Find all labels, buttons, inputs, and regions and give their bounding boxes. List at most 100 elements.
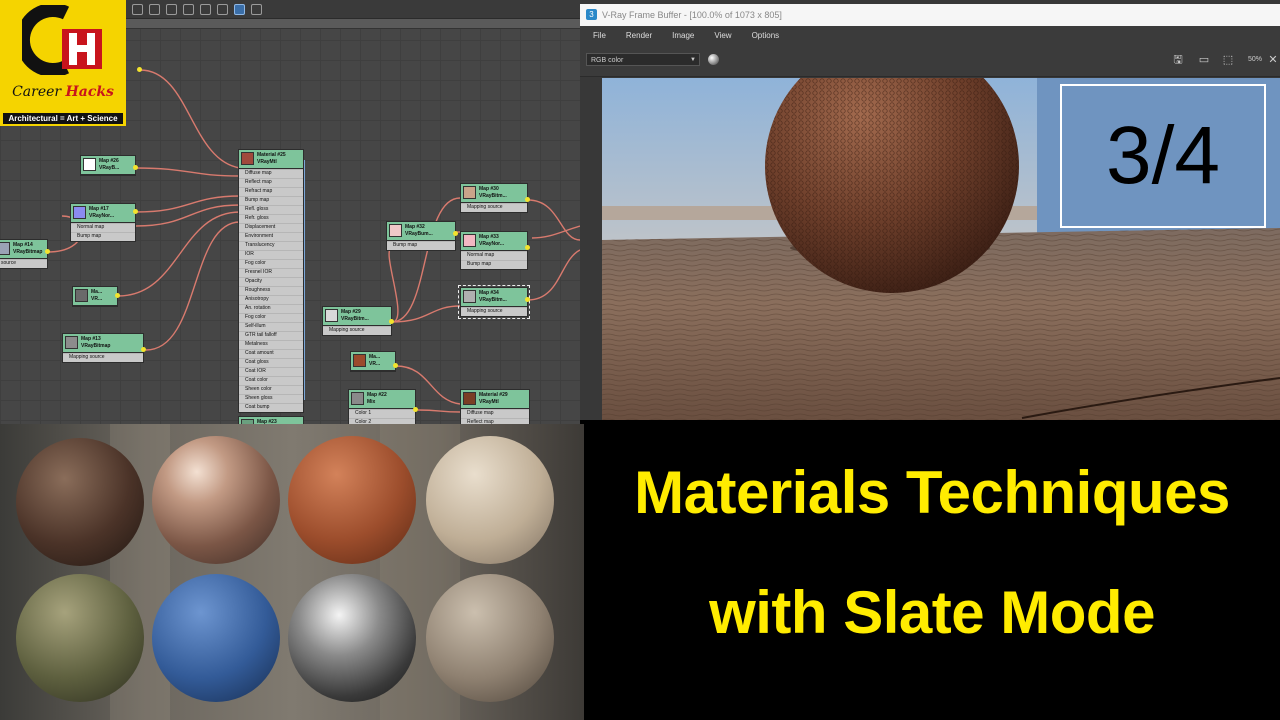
socket-dot[interactable] (413, 407, 418, 412)
node-input-slot[interactable]: Displacement (239, 223, 303, 232)
socket-dot[interactable] (453, 231, 458, 236)
node-input-slot[interactable]: Coat color (239, 376, 303, 385)
node-input-slot[interactable]: Fresnel IOR (239, 268, 303, 277)
node-input-slot[interactable]: Refract map (239, 187, 303, 196)
node-input-slot[interactable]: An. rotation (239, 304, 303, 313)
channel-select[interactable]: RGB color ▼ (586, 53, 700, 66)
node-input-slot[interactable]: Diffuse map (461, 409, 529, 418)
socket-dot[interactable] (393, 363, 398, 368)
node-input-slot[interactable]: Coat amount (239, 349, 303, 358)
node-map-22[interactable]: Map #22 Mix Color 1 Color 2 (348, 389, 416, 424)
node-map-14[interactable]: Map #14 VRayBitmap source (0, 239, 48, 269)
node-header[interactable]: Map #13 VRayBitmap (63, 334, 143, 353)
node-input-slot[interactable]: Normal map (461, 251, 527, 260)
node-input-slot[interactable]: Mapping source (323, 326, 391, 335)
node-input-slot[interactable]: Normal map (71, 223, 135, 232)
node-input-slot[interactable]: source (0, 259, 47, 268)
socket-dot[interactable] (45, 249, 50, 254)
node-input-slot[interactable]: Bump map (71, 232, 135, 241)
node-map-26[interactable]: Map #26 VRayB... (80, 155, 136, 176)
node-map-17[interactable]: Map #17 VRayNor... Normal map Bump map (70, 203, 136, 242)
node-input-slot[interactable]: Metalness (239, 340, 303, 349)
node-header[interactable]: Map #14 VRayBitmap (0, 240, 47, 259)
node-input-slot[interactable]: Reflect map (239, 178, 303, 187)
node-input-slot[interactable]: Refl. gloss (239, 205, 303, 214)
node-input-slot[interactable]: Sheen color (239, 385, 303, 394)
node-map-23[interactable]: Map #23 (238, 416, 304, 424)
socket-dot[interactable] (389, 319, 394, 324)
node-header[interactable]: Ma... VR... (351, 352, 395, 371)
copy-icon[interactable]: ▭ (1197, 53, 1211, 67)
node-input-slot[interactable]: Sheen gloss (239, 394, 303, 403)
region-select-icon[interactable]: ⬚ (1221, 53, 1235, 67)
node-input-slot[interactable]: Color 1 (349, 409, 415, 418)
node-header[interactable]: Map #29 VRayBitm... (323, 307, 391, 326)
node-input-slot[interactable]: Fog color (239, 313, 303, 322)
menu-render[interactable]: Render (613, 31, 659, 40)
node-input-slot[interactable]: Coat gloss (239, 358, 303, 367)
material-preview-swatch (463, 290, 476, 303)
node-input-slot[interactable]: Mapping source (461, 203, 527, 212)
node-input-slot[interactable]: Mapping source (461, 307, 527, 316)
node-input-slot[interactable]: Coat IOR (239, 367, 303, 376)
node-material-25[interactable]: Material #25 VRayMtl Diffuse map Reflect ma… (238, 149, 304, 413)
node-input-slot[interactable]: GTR tail falloff (239, 331, 303, 340)
node-input-slot[interactable]: Mapping source (63, 353, 143, 362)
node-input-slot[interactable]: Coat bump (239, 403, 303, 412)
socket-dot[interactable] (525, 197, 530, 202)
node-header[interactable]: Map #23 (239, 417, 303, 424)
node-header[interactable]: Map #22 Mix (349, 390, 415, 409)
node-header[interactable]: Map #26 VRayB... (81, 156, 135, 175)
node-header[interactable]: Map #32 VRayBum... (387, 222, 455, 241)
sphere-icon[interactable] (708, 54, 719, 65)
socket-dot[interactable] (133, 165, 138, 170)
node-input-slot[interactable]: Environment (239, 232, 303, 241)
node-header[interactable]: Material #25 VRayMtl (239, 150, 303, 169)
node-header[interactable]: Material #29 VRayMtl (461, 390, 529, 409)
node-header[interactable]: Ma... VR... (73, 287, 117, 306)
menu-view[interactable]: View (701, 31, 738, 40)
node-header[interactable]: Map #17 VRayNor... (71, 204, 135, 223)
node-input-slot[interactable]: Opacity (239, 277, 303, 286)
menu-file[interactable]: File (580, 31, 613, 40)
node-input-slot[interactable]: Fog color (239, 259, 303, 268)
node-material-29[interactable]: Material #29 VRayMtl Diffuse map Reflect ma… (460, 389, 530, 424)
node-input-slot[interactable]: Bump map (461, 260, 527, 269)
node-input-slot[interactable]: Anisotropy (239, 295, 303, 304)
node-map-13[interactable]: Map #13 VRayBitmap Mapping source (62, 333, 144, 363)
socket-dot[interactable] (525, 245, 530, 250)
node-input-slot[interactable]: Self-illum (239, 322, 303, 331)
node-header[interactable]: Map #34 VRayBitm... (461, 288, 527, 307)
node-map-29[interactable]: Map #29 VRayBitm... Mapping source (322, 306, 392, 336)
node-map-30[interactable]: Map #30 VRayBitm... Mapping source (460, 183, 528, 213)
vray-frame-buffer-window[interactable]: 3 V-Ray Frame Buffer - [100.0% of 1073 x… (580, 0, 1280, 420)
node-type: VRayBitm... (479, 193, 507, 199)
node-map-a[interactable]: Ma... VR... (72, 286, 118, 307)
render-viewport[interactable]: 3/4 (602, 78, 1280, 420)
node-input-slot[interactable]: IOR (239, 250, 303, 259)
node-map-34[interactable]: Map #34 VRayBitm... Mapping source (458, 285, 530, 319)
node-input-slot[interactable]: Diffuse map (239, 169, 303, 178)
node-type: VRayNor... (479, 241, 505, 247)
node-map-32[interactable]: Map #32 VRayBum... Bump map (386, 221, 456, 251)
node-header[interactable]: Map #30 VRayBitm... (461, 184, 527, 203)
node-input-slot[interactable]: Bump map (387, 241, 455, 250)
vfb-title-bar[interactable]: 3 V-Ray Frame Buffer - [100.0% of 1073 x… (580, 4, 1280, 26)
close-icon[interactable]: ✕ (1266, 53, 1280, 67)
socket-dot[interactable] (115, 293, 120, 298)
save-icon[interactable]: 🖫 (1171, 53, 1185, 67)
socket-dot[interactable] (141, 347, 146, 352)
node-header[interactable]: Map #33 VRayNor... (461, 232, 527, 251)
socket-dot[interactable] (525, 297, 530, 302)
menu-options[interactable]: Options (739, 31, 787, 40)
node-input-slot[interactable]: Translucency (239, 241, 303, 250)
node-input-slot[interactable]: Bump map (239, 196, 303, 205)
node-map-33[interactable]: Map #33 VRayNor... Normal map Bump map (460, 231, 528, 270)
socket-dot[interactable] (137, 67, 142, 72)
vfb-menu-bar: File Render Image View Options (580, 26, 1280, 44)
menu-image[interactable]: Image (659, 31, 701, 40)
node-map-b[interactable]: Ma... VR... (350, 351, 396, 372)
socket-dot[interactable] (133, 209, 138, 214)
node-input-slot[interactable]: Roughness (239, 286, 303, 295)
node-input-slot[interactable]: Refr. gloss (239, 214, 303, 223)
